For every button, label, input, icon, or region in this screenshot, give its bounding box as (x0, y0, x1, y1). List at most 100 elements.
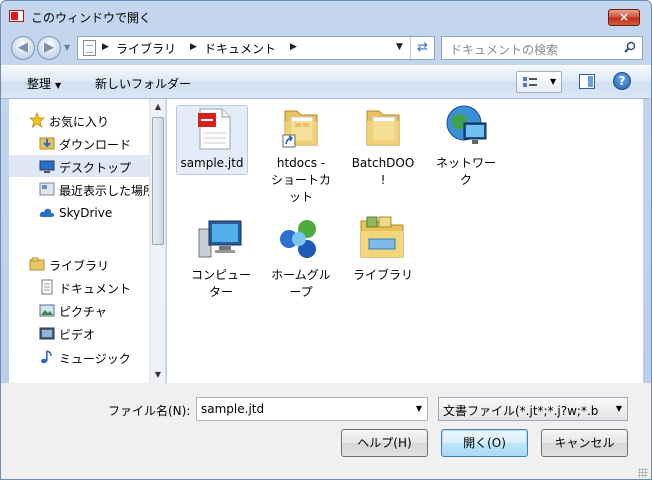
refresh-icon: ⇄ (417, 40, 428, 55)
document-folder-icon (83, 40, 96, 56)
nav-label: 最近表示した場所 (59, 184, 156, 198)
scroll-up-icon[interactable]: ▲ (150, 99, 165, 115)
file-item-sample[interactable]: sample.jtd (172, 99, 252, 189)
file-list: sample.jtd htdocs - ショートカ ット BatchDOO ! (167, 99, 643, 383)
refresh-button[interactable]: ⇄ (410, 37, 434, 59)
search-icon[interactable] (624, 41, 636, 53)
search-input[interactable]: ドキュメントの検索 (441, 36, 643, 60)
nav-label: デスクトップ (59, 161, 132, 175)
address-dropdown-icon[interactable]: ▼ (396, 42, 403, 52)
computer-icon (198, 220, 242, 258)
filename-input[interactable]: sample.jtd ▼ (196, 397, 428, 421)
nav-libraries-header[interactable]: ライブラリ (9, 253, 149, 275)
file-name-line: コンピュー (190, 268, 251, 282)
network-globe-icon (446, 105, 487, 144)
file-name-line: htdocs - (276, 156, 326, 170)
nav-item-videos[interactable]: ビデオ (9, 322, 149, 344)
preview-pane-button[interactable] (579, 74, 595, 89)
file-name-line: ライブラリ (352, 268, 413, 282)
scroll-down-icon[interactable]: ▼ (150, 367, 165, 383)
file-item-batchdoo[interactable]: BatchDOO ! (343, 99, 423, 191)
file-name-line: ショートカ (270, 173, 331, 187)
file-name-line: ホームグル (271, 268, 331, 282)
music-note-icon (41, 350, 52, 364)
library-icon (360, 216, 404, 258)
search-placeholder: ドキュメントの検索 (450, 43, 559, 57)
file-item-computer[interactable]: コンピュー ター (181, 211, 261, 303)
homegroup-icon (280, 220, 316, 258)
file-name-line: ネットワー (435, 156, 496, 170)
resize-grip[interactable] (638, 468, 648, 478)
open-button[interactable]: 開く(O) (441, 429, 528, 457)
help-button-bottom[interactable]: ヘルプ(H) (341, 429, 428, 457)
back-arrow-icon: ◀ (18, 40, 28, 55)
nav-label: ライブラリ (49, 259, 110, 273)
folder-icon (366, 110, 400, 146)
video-icon (39, 327, 55, 340)
file-name-line: ープ (289, 285, 313, 299)
help-button[interactable]: ? (613, 72, 631, 90)
address-bar[interactable]: ▶ ライブラリ ▶ ドキュメント ▶ ▼ ⇄ (77, 36, 435, 60)
app-icon (9, 10, 24, 22)
nav-item-downloads[interactable]: ダウンロード (9, 132, 149, 154)
nav-scrollbar[interactable]: ▲ ▼ (149, 99, 165, 383)
nav-item-recent-places[interactable]: 最近表示した場所 (9, 178, 155, 200)
recent-places-icon (39, 182, 55, 196)
nav-item-documents[interactable]: ドキュメント (9, 276, 149, 298)
picture-icon (39, 304, 55, 317)
command-bar: 整理 ▼ 新しいフォルダー ▼ ? (1, 65, 651, 99)
file-item-network[interactable]: ネットワー ク (426, 99, 506, 191)
breadcrumb-separator-icon[interactable]: ▶ (290, 42, 297, 52)
breadcrumb-separator-icon[interactable]: ▶ (190, 42, 197, 52)
scroll-thumb[interactable] (152, 117, 164, 245)
chevron-down-icon[interactable]: ▼ (416, 404, 422, 413)
change-view-button[interactable]: ▼ (516, 71, 562, 93)
nav-label: ピクチャ (59, 305, 107, 319)
desktop-icon (39, 160, 55, 173)
file-name-line: BatchDOO (351, 156, 415, 170)
view-list-icon (523, 77, 537, 87)
filename-label: ファイル名(N): (108, 404, 191, 418)
forward-button[interactable]: ▶ (37, 36, 61, 60)
window-title: このウィンドウで開く (31, 11, 152, 25)
filetype-select[interactable]: 文書ファイル(*.jt*;*.j?w;*.b ▼ (438, 397, 628, 421)
star-icon (29, 112, 45, 128)
organize-menu[interactable]: 整理 ▼ (27, 75, 61, 92)
nav-label: SkyDrive (59, 206, 113, 220)
cloud-icon (39, 208, 55, 217)
breadcrumb-separator-icon[interactable]: ▶ (102, 42, 109, 52)
chevron-down-icon: ▼ (55, 81, 62, 90)
nav-favorites-header[interactable]: お気に入り (9, 109, 149, 131)
file-name-line: ット (288, 190, 313, 204)
breadcrumb-libraries[interactable]: ライブラリ (116, 40, 176, 57)
file-name-line: ! (380, 173, 386, 187)
nav-label: ビデオ (59, 328, 96, 342)
cancel-button[interactable]: キャンセル (541, 429, 628, 457)
file-item-homegroup[interactable]: ホームグル ープ (261, 211, 341, 303)
back-button[interactable]: ◀ (11, 36, 35, 60)
file-name-line: ター (208, 285, 233, 299)
file-item-libraries[interactable]: ライブラリ (343, 211, 423, 286)
chevron-down-icon: ▼ (615, 404, 622, 413)
navigation-pane: お気に入り ダウンロード デスクトップ 最近表示した場所 SkyDrive ライ… (9, 99, 166, 383)
file-item-htdocs-shortcut[interactable]: htdocs - ショートカ ット (261, 99, 341, 209)
nav-item-pictures[interactable]: ピクチャ (9, 299, 149, 321)
document-icon (41, 279, 53, 295)
nav-item-music[interactable]: ミュージック (9, 346, 149, 368)
chevron-down-icon[interactable]: ▼ (550, 77, 556, 86)
nav-item-skydrive[interactable]: SkyDrive (9, 202, 149, 224)
title-bar: このウィンドウで開く × (1, 1, 651, 31)
close-button[interactable]: × (608, 9, 640, 26)
filename-value: sample.jtd (201, 402, 265, 416)
jtd-document-icon (198, 108, 231, 150)
breadcrumb-documents[interactable]: ドキュメント (204, 40, 276, 57)
file-name-line: ク (459, 173, 472, 187)
new-folder-button[interactable]: 新しいフォルダー (95, 75, 191, 92)
file-name-line: sample.jtd (180, 156, 244, 170)
bottom-panel: ファイル名(N): sample.jtd ▼ 文書ファイル(*.jt*;*.j?… (1, 383, 651, 479)
folder-shortcut-icon (282, 110, 318, 148)
nav-label: ミュージック (59, 352, 131, 366)
nav-item-desktop[interactable]: デスクトップ (9, 155, 149, 177)
forward-arrow-icon: ▶ (44, 40, 54, 55)
recent-locations-dropdown[interactable]: ▼ (64, 43, 70, 52)
